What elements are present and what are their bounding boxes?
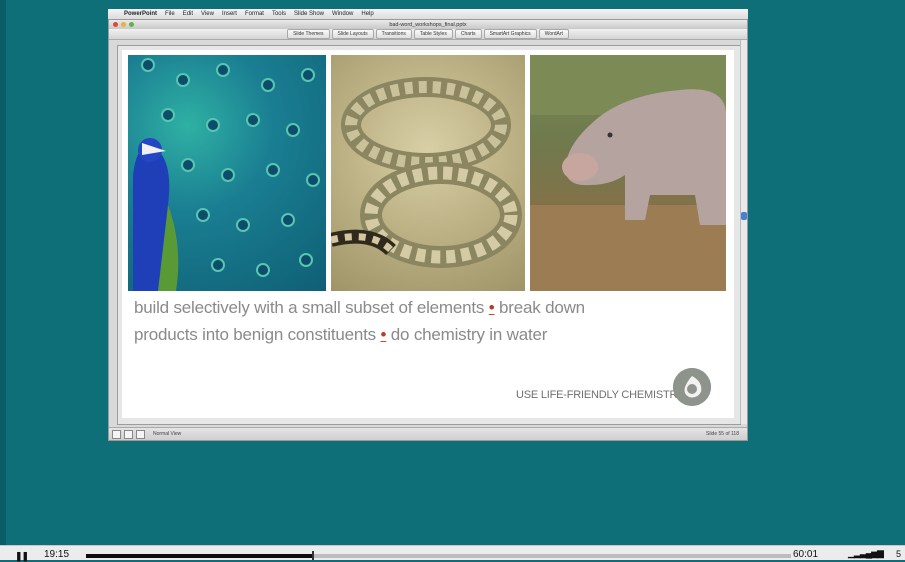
menu-slide-show[interactable]: Slide Show: [294, 11, 324, 17]
menu-help[interactable]: Help: [361, 11, 373, 17]
seek-bar[interactable]: [86, 551, 791, 560]
tab-smartart[interactable]: SmartArt Graphics: [483, 29, 537, 39]
seek-bar-played: [86, 554, 312, 558]
ribbon-tabs: Slide Themes Slide Layouts Transitions T…: [109, 29, 747, 40]
bullet-separator: •: [488, 298, 495, 317]
slide-text-line-1: build selectively with a small subset of…: [134, 298, 585, 318]
menu-file[interactable]: File: [165, 11, 175, 17]
slide-tagline: USE LIFE-FRIENDLY CHEMISTRY: [516, 389, 685, 401]
scrollbar-thumb[interactable]: [741, 212, 747, 220]
pause-icon[interactable]: ❚❚: [15, 551, 29, 562]
bullet-separator: •: [380, 325, 387, 344]
normal-view-icon[interactable]: [112, 429, 121, 439]
total-time: 60:01: [793, 549, 819, 560]
slide[interactable]: build selectively with a small subset of…: [122, 50, 734, 418]
menu-app-name[interactable]: PowerPoint: [124, 11, 157, 17]
tab-table-styles[interactable]: Table Styles: [413, 29, 453, 39]
slide-count: Slide 55 of 118: [706, 431, 739, 437]
status-bar: Normal View Slide 55 of 118: [109, 427, 747, 440]
slide-canvas[interactable]: build selectively with a small subset of…: [117, 45, 741, 425]
menu-edit[interactable]: Edit: [183, 11, 193, 17]
tab-slide-layouts[interactable]: Slide Layouts: [331, 29, 374, 39]
peacock-image: [128, 55, 326, 291]
menu-view[interactable]: View: [201, 11, 214, 17]
video-stage: PowerPoint File Edit View Insert Format …: [0, 0, 905, 545]
powerpoint-window: bad-word_workshops_final.pptx Slide Them…: [108, 19, 748, 441]
menu-tools[interactable]: Tools: [272, 11, 286, 17]
hippo-image: [530, 55, 726, 291]
volume-icon[interactable]: ▁▂▃▄▅▆: [848, 548, 884, 559]
view-label: Normal View: [153, 431, 182, 437]
slide-text-line-2: products into benign constituents • do c…: [134, 325, 547, 345]
vertical-scrollbar[interactable]: [740, 40, 747, 424]
rattlesnake-image: [331, 55, 525, 291]
tab-slide-themes[interactable]: Slide Themes: [287, 29, 330, 39]
text-break-down: break down: [499, 298, 585, 317]
biomimicry-logo-icon: [673, 368, 711, 406]
slideshow-icon[interactable]: [136, 429, 145, 439]
menu-insert[interactable]: Insert: [222, 11, 237, 17]
slide-sorter-icon[interactable]: [124, 429, 133, 439]
text-build-selectively: build selectively with a small subset of…: [134, 298, 485, 317]
window-titlebar: bad-word_workshops_final.pptx: [109, 20, 747, 29]
tab-wordart[interactable]: WordArt: [538, 29, 569, 39]
menu-format[interactable]: Format: [245, 11, 264, 17]
tab-transitions[interactable]: Transitions: [375, 29, 412, 39]
video-left-edge: [0, 0, 6, 545]
current-time: 19:15: [44, 549, 70, 560]
document-title: bad-word_workshops_final.pptx: [389, 21, 467, 28]
player-extra[interactable]: 5: [896, 549, 901, 559]
text-benign-constituents: products into benign constituents: [134, 325, 376, 344]
tab-charts[interactable]: Charts: [454, 29, 482, 39]
video-player-bar: ❚❚ 19:15 60:01 ▁▂▃▄▅▆ 5: [0, 545, 905, 562]
text-chemistry-in-water: do chemistry in water: [390, 325, 548, 344]
menu-window[interactable]: Window: [332, 11, 353, 17]
